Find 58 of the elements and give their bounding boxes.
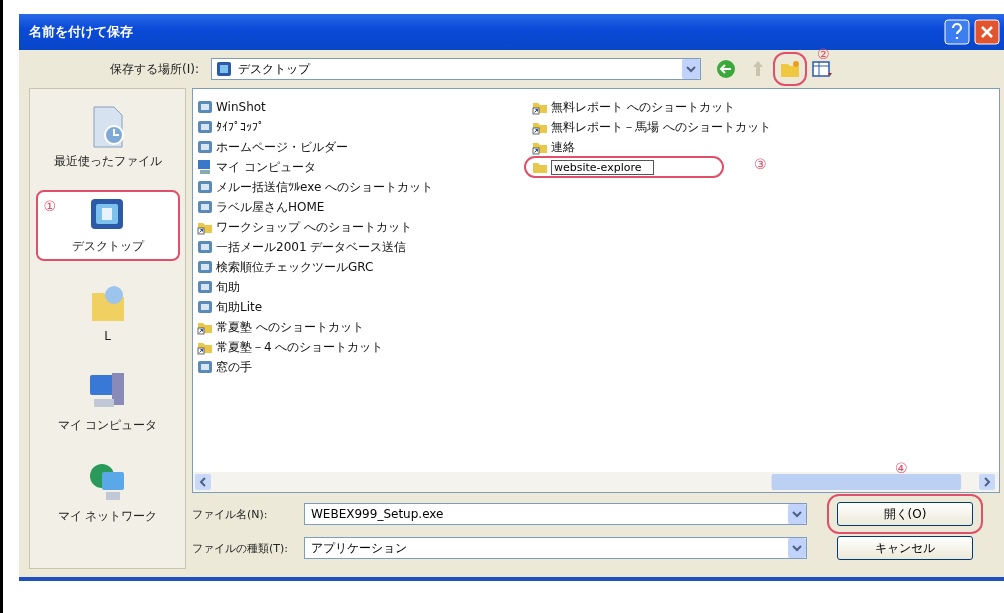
application-icon (197, 239, 213, 255)
place-label: マイ ネットワーク (57, 508, 158, 525)
file-name[interactable]: 検索順位チェックツールGRC (216, 258, 374, 276)
file-name[interactable]: ワークショップ へのショートカット (216, 218, 412, 236)
window-title: 名前を付けて保存 (29, 23, 133, 41)
file-name-label: ファイル名(N): (192, 506, 269, 522)
place-item[interactable]: マイ コンピュータ (35, 363, 180, 440)
application-icon (197, 139, 213, 155)
file-name[interactable]: ラベル屋さんHOME (216, 198, 325, 216)
file-type-field[interactable]: アプリケーション (304, 537, 807, 559)
step-marker: ④ (895, 460, 908, 476)
place-label: デスクトップ (71, 238, 144, 255)
file-name[interactable]: ホームページ・ビルダー (216, 138, 348, 156)
place-item[interactable]: L (35, 275, 180, 349)
application-icon (197, 359, 213, 375)
file-name-field[interactable]: WEBEX999_Setup.exe (304, 503, 807, 525)
file-name[interactable]: ﾀｲﾌﾟｺｯﾌﾟ (216, 120, 264, 134)
save-in-dropdown[interactable]: デスクトップ (211, 58, 701, 80)
step-marker: ① (43, 198, 57, 214)
file-name[interactable]: 常夏塾 へのショートカット (216, 318, 364, 336)
horizontal-scrollbar[interactable] (193, 472, 999, 492)
close-icon[interactable] (974, 19, 1000, 45)
place-item[interactable]: 最近使ったファイル (35, 99, 180, 176)
back-icon[interactable] (715, 58, 737, 80)
application-icon (197, 199, 213, 215)
save-in-label: 保存する場所(I): (109, 60, 200, 78)
file-type-label: ファイルの種類(T): (192, 540, 289, 556)
application-icon (197, 279, 213, 295)
file-name[interactable]: 一括メール2001 データベース送信 (216, 238, 407, 256)
computer-icon (197, 159, 213, 175)
file-name[interactable]: 窓の手 (216, 358, 252, 376)
desktop-icon (216, 61, 232, 77)
file-name[interactable]: 旬助 (216, 278, 240, 296)
help-icon[interactable] (944, 19, 970, 45)
cancel-button[interactable]: キャンセル (837, 536, 973, 560)
place-label: L (104, 329, 111, 343)
file-name[interactable]: 無料レポート－馬場 へのショートカット (551, 118, 771, 136)
application-icon (197, 179, 213, 195)
place-label: マイ コンピュータ (57, 417, 158, 434)
application-icon (197, 99, 213, 115)
place-label: 最近使ったファイル (53, 153, 162, 170)
file-name[interactable]: 旬助Lite (216, 298, 263, 316)
step-marker: ② (817, 46, 830, 62)
file-name[interactable]: 無料レポート へのショートカット (551, 98, 735, 116)
open-button[interactable]: 開く(O) (837, 502, 973, 526)
file-name[interactable]: マイ コンピュータ (216, 158, 316, 176)
file-name[interactable]: 常夏塾－4 へのショートカット (216, 338, 384, 356)
rename-field[interactable]: website-explore (551, 159, 655, 175)
file-name[interactable]: WinShot (216, 100, 266, 114)
place-item[interactable]: ① デスクトップ (35, 190, 180, 261)
file-name[interactable]: メルー括送信ﾂﾙexe へのショートカット (216, 178, 434, 196)
application-icon (197, 119, 213, 135)
file-name[interactable]: 連絡 (551, 138, 575, 156)
application-icon (197, 299, 213, 315)
step-marker: ③ (754, 156, 767, 172)
place-item[interactable]: マイ ネットワーク (35, 454, 180, 531)
view-menu-icon[interactable] (811, 58, 833, 80)
application-icon (197, 259, 213, 275)
